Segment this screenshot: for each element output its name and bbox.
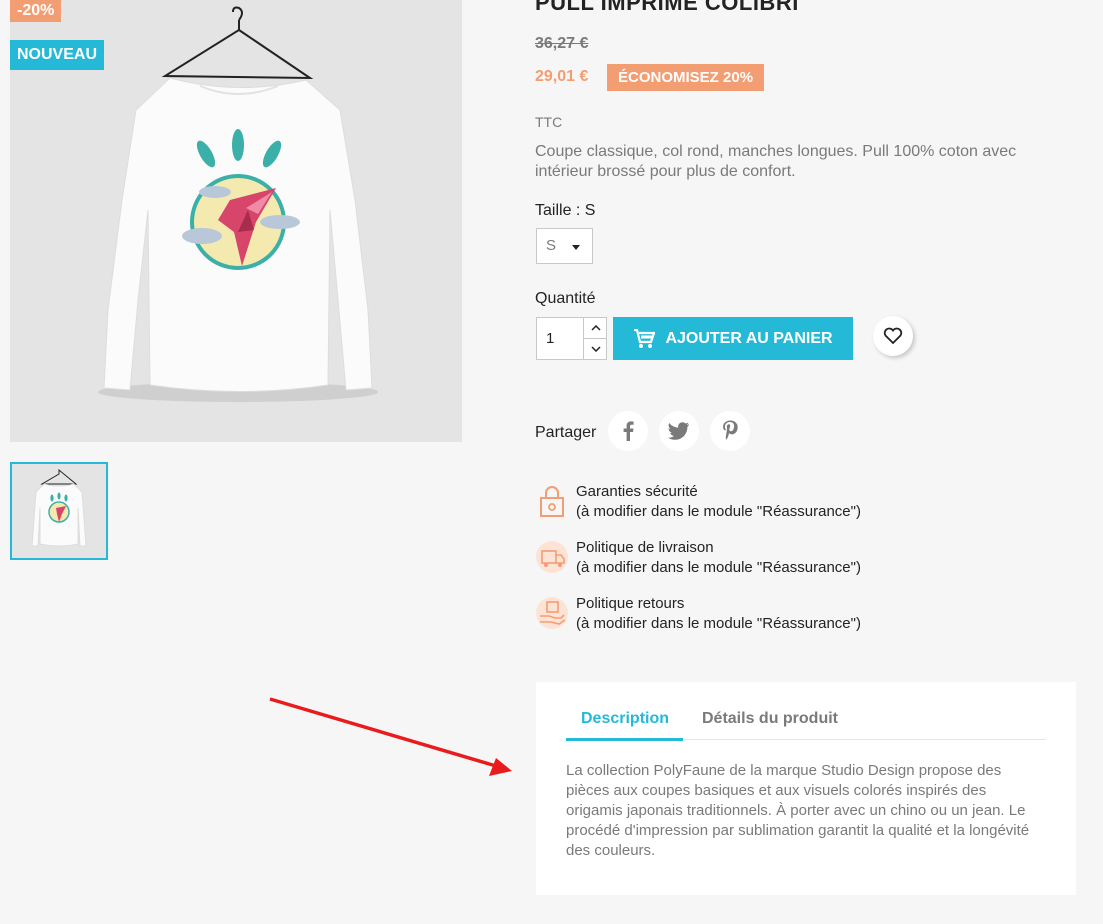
return-package-icon <box>536 597 568 629</box>
reassurance-subtitle: (à modifier dans le module "Réassurance"… <box>576 615 861 632</box>
wishlist-button[interactable] <box>873 316 913 356</box>
quantity-decrement-button[interactable] <box>583 339 607 359</box>
reassurance-subtitle: (à modifier dans le module "Réassurance"… <box>576 559 861 576</box>
short-description: Coupe classique, col rond, manches longu… <box>535 143 1017 180</box>
size-select[interactable]: S <box>536 228 593 264</box>
chevron-down-icon <box>590 346 601 352</box>
regular-price: 36,27 € <box>535 35 589 52</box>
add-to-cart-button[interactable]: AJOUTER AU PANIER <box>613 317 853 360</box>
reassurance-title: Garanties sécurité <box>576 483 698 500</box>
share-label: Partager <box>535 424 597 441</box>
discount-badge: -20% <box>10 0 62 22</box>
twitter-icon <box>668 422 689 440</box>
share-facebook-button[interactable] <box>608 411 648 451</box>
reassurance-item-shipping: Politique de livraison (à modifier dans … <box>535 538 861 578</box>
quantity-increment-button[interactable] <box>583 318 607 339</box>
current-price: 29,01 € <box>535 68 589 85</box>
product-tabs-panel: Description Détails du produit La collec… <box>536 682 1076 895</box>
facebook-icon <box>623 421 634 441</box>
size-label: Taille : S <box>535 202 596 219</box>
shopping-cart-icon <box>634 328 656 348</box>
add-to-cart-label: AJOUTER AU PANIER <box>665 329 833 347</box>
caret-down-icon <box>572 245 580 250</box>
pinterest-icon <box>723 420 738 440</box>
product-thumbnail[interactable] <box>10 462 108 560</box>
thumbnail-sweater-illustration <box>31 468 87 547</box>
size-selected-value: S <box>546 237 557 254</box>
reassurance-subtitle: (à modifier dans le module "Réassurance"… <box>576 503 861 520</box>
tax-label: TTC <box>535 114 563 130</box>
lock-icon <box>540 486 564 517</box>
product-description: La collection PolyFaune de la marque Stu… <box>566 762 1030 859</box>
tab-description[interactable]: Description <box>581 710 669 728</box>
quantity-input[interactable]: 1 <box>546 330 554 347</box>
share-twitter-button[interactable] <box>659 411 699 451</box>
delivery-truck-icon <box>536 541 568 573</box>
chevron-up-icon <box>590 325 601 331</box>
product-title: PULL IMPRIMÉ COLIBRI <box>535 0 799 15</box>
reassurance-item-security: Garanties sécurité (à modifier dans le m… <box>535 482 861 522</box>
reassurance-title: Politique de livraison <box>576 539 714 556</box>
heart-icon <box>883 327 903 345</box>
new-badge: NOUVEAU <box>10 40 105 70</box>
quantity-label: Quantité <box>535 290 596 307</box>
tab-product-details[interactable]: Détails du produit <box>702 710 838 728</box>
reassurance-item-returns: Politique retours (à modifier dans le mo… <box>535 594 861 634</box>
discount-savings-badge: ÉCONOMISEZ 20% <box>607 64 765 91</box>
reassurance-title: Politique retours <box>576 595 685 612</box>
share-pinterest-button[interactable] <box>710 411 750 451</box>
active-tab-indicator <box>566 738 683 741</box>
quantity-stepper[interactable]: 1 <box>536 317 607 360</box>
